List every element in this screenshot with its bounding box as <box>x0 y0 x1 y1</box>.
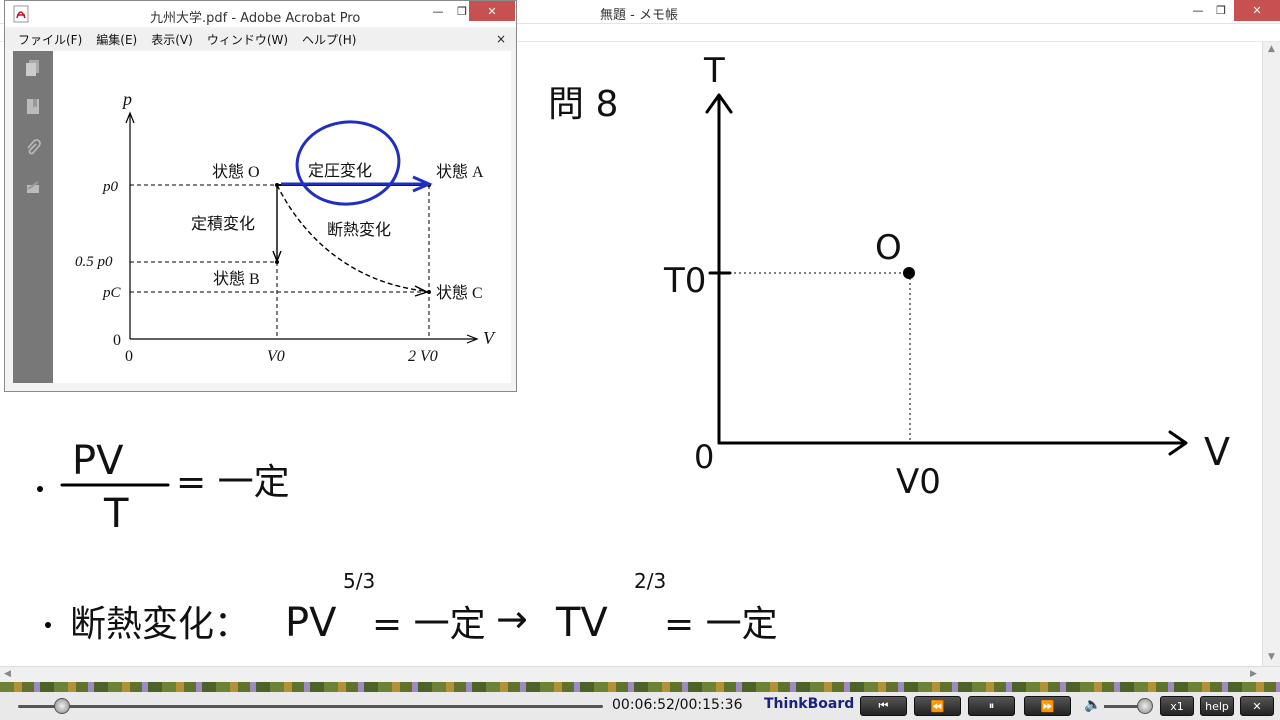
state-a-label: 状態 A <box>436 163 484 181</box>
attachment-icon[interactable] <box>24 139 42 157</box>
player-bar: 00:06:52/00:15:36 ThinkBoard ⏮ ⏪ ⏸ ⏩ 🔈 x… <box>0 682 1280 720</box>
help-button[interactable]: help <box>1200 696 1234 716</box>
v-axis-label: V <box>1204 430 1230 474</box>
signature-icon[interactable] <box>24 179 42 197</box>
y-origin-tick: 0 <box>113 332 121 349</box>
skip-back-button[interactable]: ⏮ <box>860 696 907 716</box>
notepad-title: 無題 - メモ帳 <box>600 8 678 23</box>
eq1-numerator: PV <box>72 438 124 484</box>
acrobat-title: 九州大学.pdf - Adobe Acrobat Pro <box>150 11 361 26</box>
eq2-exponent: 5/3 <box>343 569 375 593</box>
screen: 無題 - メモ帳 — ❐ ✕ 問 8 PV T = 一定 断熱変化： PV 5/… <box>0 0 1280 720</box>
player-controls: 00:06:52/00:15:36 ThinkBoard ⏮ ⏪ ⏸ ⏩ 🔈 x… <box>0 692 1280 720</box>
p-axis-label: p <box>121 89 132 109</box>
state-o-dot <box>275 183 279 187</box>
eq2-prefix: 断熱変化： <box>70 604 250 645</box>
menu-window[interactable]: ウィンドウ(W) <box>207 31 288 48</box>
pv-diagram: p V p0 0.5 p0 pC 0 0 V0 2 V0 状態 O 状態 A 状… <box>75 89 496 365</box>
notepad-maximize-button[interactable]: ❐ <box>1208 0 1234 21</box>
bookmark-icon[interactable] <box>24 98 42 116</box>
state-c-label: 状態 C <box>436 284 483 302</box>
isochoric-label: 定積変化 <box>191 215 255 233</box>
eq2-lhs2: TV <box>555 600 608 646</box>
menu-file[interactable]: ファイル(F) <box>18 31 82 48</box>
scroll-left-icon[interactable]: ◀ <box>4 669 11 679</box>
acrobat-navigation-pane <box>13 51 53 383</box>
bullet-1 <box>37 486 43 492</box>
pause-button[interactable]: ⏸ <box>968 696 1015 716</box>
origin-label: 0 <box>694 438 714 476</box>
half-p0-tick: 0.5 p0 <box>75 254 113 270</box>
notepad-horizontal-scrollbar[interactable]: ◀ ▶ <box>0 666 1280 682</box>
acrobat-logo-icon <box>13 5 29 23</box>
eq1-denominator: T <box>103 491 129 537</box>
t0-label: T0 <box>663 261 706 301</box>
x-origin-tick: 0 <box>125 348 133 365</box>
volume-icon[interactable]: 🔈 <box>1084 697 1101 713</box>
document-close-button[interactable]: × <box>496 32 506 46</box>
adiabatic-label: 断熱変化 <box>327 221 391 239</box>
pc-tick: pC <box>102 285 122 301</box>
fast-forward-button[interactable]: ⏩ <box>1024 696 1071 716</box>
state-o-label: 状態 O <box>212 163 260 181</box>
pages-icon[interactable] <box>24 59 42 77</box>
seek-bar[interactable] <box>18 705 603 708</box>
acrobat-menubar: ファイル(F) 編集(E) 表示(V) ウィンドウ(W) ヘルプ(H) <box>5 29 516 49</box>
v0-label: V0 <box>896 462 941 502</box>
menu-view[interactable]: 表示(V) <box>151 31 193 48</box>
2v0-tick: 2 V0 <box>408 348 438 365</box>
notepad-close-button[interactable]: ✕ <box>1234 0 1280 21</box>
scroll-right-icon[interactable]: ▶ <box>1250 669 1257 679</box>
bullet-2 <box>45 622 51 628</box>
p0-tick: p0 <box>102 179 119 195</box>
acrobat-close-button[interactable]: ✕ <box>469 1 515 21</box>
eq2-rhs: = 一定 <box>372 604 486 645</box>
scroll-down-icon[interactable]: ▼ <box>1268 652 1275 662</box>
speed-button[interactable]: x1 <box>1160 696 1194 716</box>
notepad-vertical-scrollbar[interactable]: ▲ ▼ <box>1262 42 1280 666</box>
scroll-up-icon[interactable]: ▲ <box>1268 44 1275 54</box>
menu-help[interactable]: ヘルプ(H) <box>302 31 356 48</box>
v-axis-label-pdf: V <box>483 328 496 348</box>
state-b-label: 状態 B <box>213 270 260 288</box>
isobaric-label: 定圧変化 <box>308 162 372 180</box>
acrobat-window: 九州大学.pdf - Adobe Acrobat Pro — ❐ ✕ ファイル(… <box>4 0 517 392</box>
eq2-exponent2: 2/3 <box>634 569 666 593</box>
menu-edit[interactable]: 編集(E) <box>96 31 137 48</box>
eq2-arrow: → <box>496 597 528 641</box>
eq2-lhs: PV <box>285 600 337 646</box>
rewind-button[interactable]: ⏪ <box>914 696 961 716</box>
t-axis-label: T <box>703 51 725 91</box>
acrobat-minimize-button[interactable]: — <box>425 1 451 22</box>
point-o <box>903 267 915 279</box>
time-display: 00:06:52/00:15:36 <box>612 697 743 713</box>
eq2-rhs2: = 一定 <box>664 604 778 645</box>
acrobat-titlebar: 九州大学.pdf - Adobe Acrobat Pro — ❐ ✕ <box>5 1 516 27</box>
tv-graph: T V 0 T0 V0 O <box>663 51 1230 502</box>
question-label: 問 8 <box>548 84 618 125</box>
player-close-button[interactable]: ✕ <box>1240 696 1274 716</box>
brand-label: ThinkBoard <box>764 696 855 712</box>
v0-tick: V0 <box>267 348 285 365</box>
seek-knob[interactable] <box>54 698 70 714</box>
eq1-rhs: = 一定 <box>176 462 290 503</box>
state-c-dot <box>427 290 431 294</box>
point-o-label: O <box>875 228 902 268</box>
volume-knob[interactable] <box>1137 698 1153 714</box>
pdf-page[interactable]: p V p0 0.5 p0 pC 0 0 V0 2 V0 状態 O 状態 A 状… <box>53 51 511 383</box>
player-background-image <box>0 682 1280 692</box>
state-b-dot <box>275 260 279 264</box>
